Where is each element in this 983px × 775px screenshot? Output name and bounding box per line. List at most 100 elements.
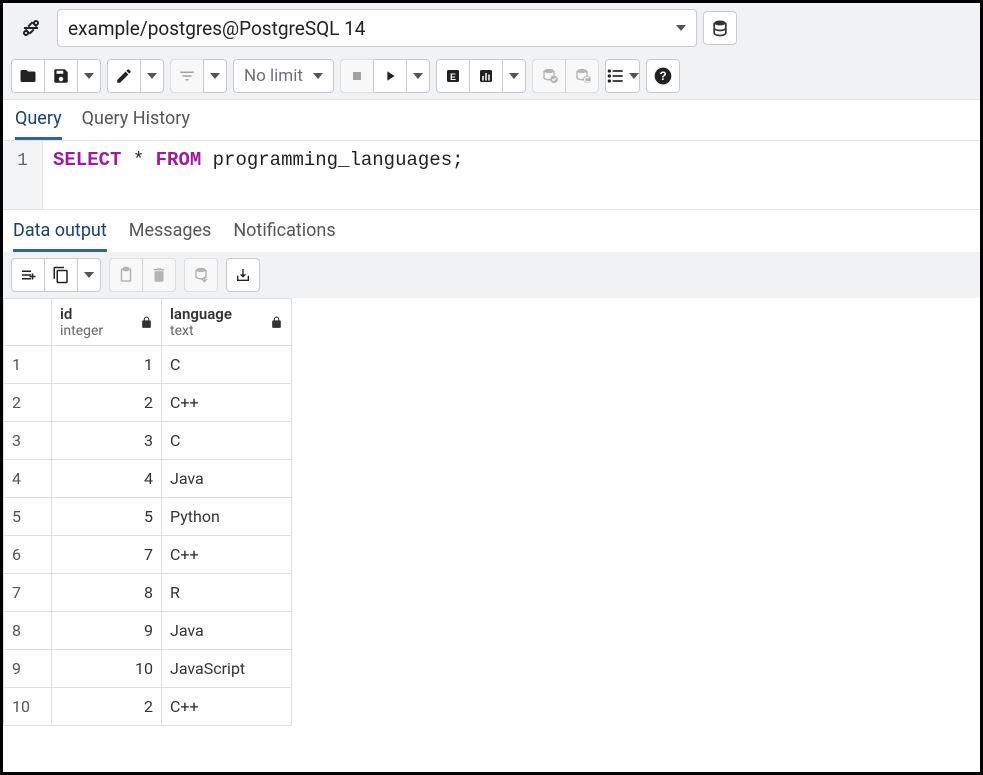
cell-id[interactable]: 3	[52, 422, 162, 460]
row-number-header	[4, 299, 52, 346]
cell-language[interactable]: R	[162, 574, 292, 612]
chevron-down-icon	[147, 73, 157, 79]
explain-menu-button[interactable]	[502, 59, 526, 93]
table-row[interactable]: 89Java	[4, 612, 292, 650]
chevron-down-icon	[84, 73, 94, 79]
save-data-button[interactable]	[184, 258, 218, 292]
cell-id[interactable]: 2	[52, 384, 162, 422]
help-button[interactable]: ?	[646, 59, 680, 93]
connection-label: example/postgres@PostgreSQL 14	[68, 17, 366, 40]
sql-keyword: FROM	[156, 149, 202, 171]
row-number: 4	[4, 460, 52, 498]
cell-language[interactable]: Java	[162, 612, 292, 650]
sql-text: *	[121, 149, 155, 171]
column-type: text	[170, 323, 232, 339]
execute-button[interactable]	[373, 59, 407, 93]
cell-language[interactable]: C++	[162, 384, 292, 422]
editor-content[interactable]: SELECT * FROM programming_languages;	[43, 141, 474, 209]
tab-messages[interactable]: Messages	[129, 220, 212, 252]
new-connection-button[interactable]	[703, 11, 737, 45]
cell-language[interactable]: Java	[162, 460, 292, 498]
add-row-button[interactable]	[11, 258, 45, 292]
delete-button[interactable]	[142, 258, 176, 292]
copy-button[interactable]	[44, 258, 78, 292]
editor-gutter: 1	[3, 141, 43, 209]
macros-button[interactable]	[605, 59, 640, 93]
sql-editor[interactable]: 1 SELECT * FROM programming_languages;	[3, 140, 980, 210]
row-number: 2	[4, 384, 52, 422]
chevron-down-icon	[413, 73, 423, 79]
column-header-language[interactable]: language text	[162, 299, 292, 346]
download-button[interactable]	[226, 258, 260, 292]
row-number: 6	[4, 536, 52, 574]
execute-menu-button[interactable]	[406, 59, 430, 93]
cell-language[interactable]: C++	[162, 536, 292, 574]
limit-select[interactable]: No limit	[233, 59, 334, 93]
paste-button[interactable]	[109, 258, 143, 292]
table-row[interactable]: 910JavaScript	[4, 650, 292, 688]
cell-id[interactable]: 1	[52, 346, 162, 384]
connection-bar: example/postgres@PostgreSQL 14	[3, 3, 980, 53]
lock-icon	[270, 316, 283, 329]
column-name: id	[60, 305, 103, 323]
lock-icon	[140, 316, 153, 329]
cell-id[interactable]: 8	[52, 574, 162, 612]
column-name: language	[170, 305, 232, 323]
result-grid[interactable]: id integer language text 11C22C++33C44Ja…	[3, 298, 292, 726]
table-row[interactable]: 78R	[4, 574, 292, 612]
table-row[interactable]: 44Java	[4, 460, 292, 498]
connection-status-icon[interactable]	[11, 11, 51, 45]
tab-notifications[interactable]: Notifications	[233, 220, 335, 252]
chevron-down-icon	[313, 73, 323, 79]
row-number: 10	[4, 688, 52, 726]
table-row[interactable]: 55Python	[4, 498, 292, 536]
tab-query-history[interactable]: Query History	[82, 108, 190, 140]
edit-menu-button[interactable]	[140, 59, 164, 93]
rollback-button[interactable]	[565, 59, 599, 93]
cell-id[interactable]: 2	[52, 688, 162, 726]
explain-button[interactable]: E	[436, 59, 470, 93]
cell-language[interactable]: C	[162, 422, 292, 460]
save-menu-button[interactable]	[77, 59, 101, 93]
explain-analyze-button[interactable]	[469, 59, 503, 93]
tab-data-output[interactable]: Data output	[13, 220, 107, 252]
row-number: 3	[4, 422, 52, 460]
connection-select[interactable]: example/postgres@PostgreSQL 14	[57, 9, 697, 47]
cell-language[interactable]: C	[162, 346, 292, 384]
copy-menu-button[interactable]	[77, 258, 101, 292]
output-tabs: Data output Messages Notifications	[3, 210, 980, 252]
commit-button[interactable]	[532, 59, 566, 93]
main-toolbar: No limit E ?	[3, 53, 980, 100]
chevron-down-icon	[629, 73, 639, 79]
filter-menu-button[interactable]	[203, 59, 227, 93]
column-header-id[interactable]: id integer	[52, 299, 162, 346]
row-number: 1	[4, 346, 52, 384]
save-file-button[interactable]	[44, 59, 78, 93]
table-row[interactable]: 33C	[4, 422, 292, 460]
table-row[interactable]: 67C++	[4, 536, 292, 574]
output-toolbar	[3, 252, 980, 298]
table-row[interactable]: 102C++	[4, 688, 292, 726]
row-number: 8	[4, 612, 52, 650]
cell-id[interactable]: 10	[52, 650, 162, 688]
row-number: 9	[4, 650, 52, 688]
edit-button[interactable]	[107, 59, 141, 93]
table-row[interactable]: 11C	[4, 346, 292, 384]
cell-id[interactable]: 4	[52, 460, 162, 498]
cell-language[interactable]: JavaScript	[162, 650, 292, 688]
stop-button[interactable]	[340, 59, 374, 93]
cell-id[interactable]: 9	[52, 612, 162, 650]
row-number: 5	[4, 498, 52, 536]
limit-label: No limit	[244, 66, 303, 86]
chevron-down-icon	[84, 272, 94, 278]
open-file-button[interactable]	[11, 59, 45, 93]
filter-button[interactable]	[170, 59, 204, 93]
cell-language[interactable]: Python	[162, 498, 292, 536]
row-number: 7	[4, 574, 52, 612]
chevron-down-icon	[509, 73, 519, 79]
cell-id[interactable]: 5	[52, 498, 162, 536]
table-row[interactable]: 22C++	[4, 384, 292, 422]
cell-id[interactable]: 7	[52, 536, 162, 574]
tab-query[interactable]: Query	[15, 108, 62, 140]
cell-language[interactable]: C++	[162, 688, 292, 726]
